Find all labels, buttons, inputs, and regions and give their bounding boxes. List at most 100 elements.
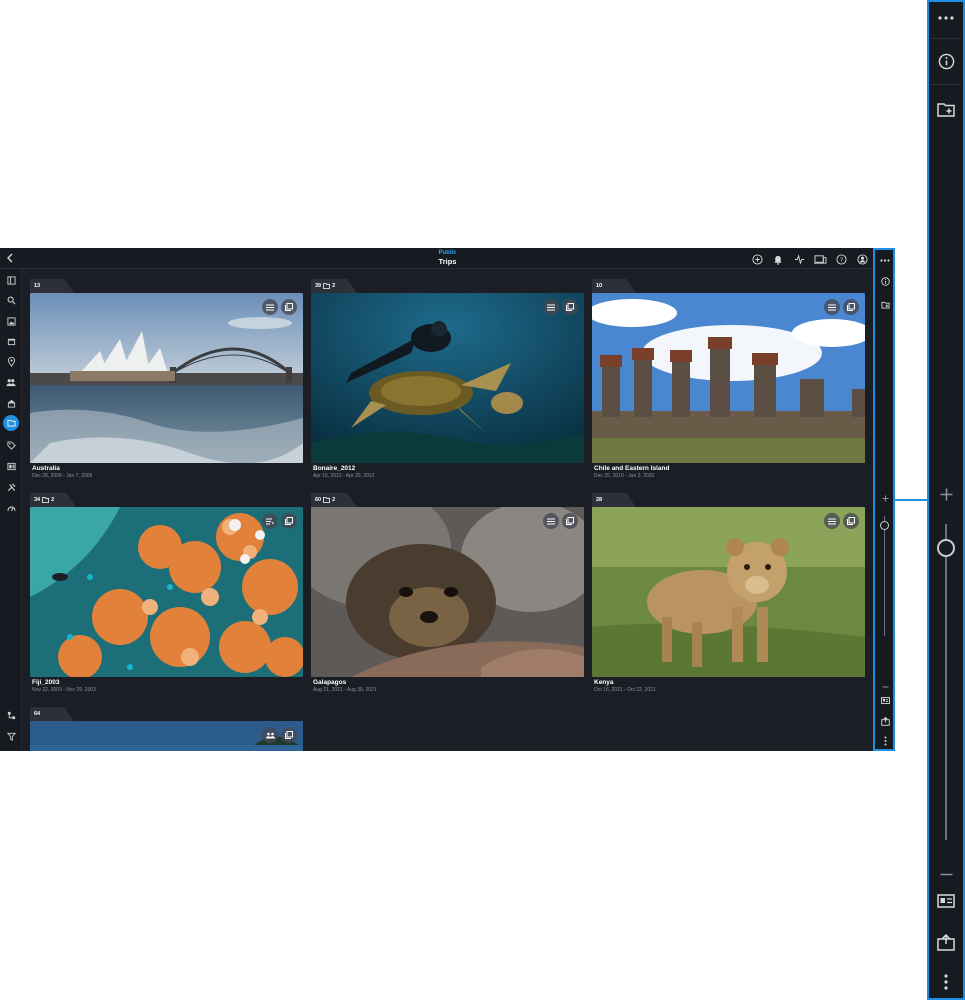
id-card-icon[interactable] [878,693,892,707]
gallery-icon[interactable] [843,299,859,315]
museum-icon[interactable] [3,395,19,411]
album-dates: Nov 22, 2003 - Nov 29, 2003 [32,687,96,693]
subfolder-icon [323,497,331,503]
info-icon[interactable] [878,274,892,288]
zoom-slider[interactable] [945,524,947,840]
photo-icon[interactable] [3,313,19,329]
list-icon[interactable] [543,513,559,529]
page-subtitle: Public [438,250,457,256]
album-card-fiji[interactable]: 34 2 Fiji_2003 Nov 22, 2003 - Nov 29, 20… [30,493,303,698]
bell-icon[interactable] [771,252,785,266]
list-icon[interactable] [824,513,840,529]
card-actions [262,513,297,529]
share-icon[interactable] [936,932,956,952]
album-grid: 13 Australia Dec 28, 2008 - Jan 7, 2009 … [22,269,873,751]
gallery-icon[interactable] [281,513,297,529]
album-dates: Aug 21, 2021 - Aug 30, 2021 [313,687,377,693]
gallery-icon[interactable] [843,513,859,529]
page-title-block: Public Trips [400,250,495,266]
album-thumbnail[interactable] [592,507,865,677]
album-count-tab: 28 [592,493,636,507]
help-icon[interactable]: ? [834,252,848,266]
zoomed-toolbar-panel [927,0,965,1000]
album-card-chile[interactable]: 10 Chile and Eastern Island Dec 25, 2019… [592,279,865,484]
tools-icon[interactable] [3,479,19,495]
zoom-slider-handle[interactable] [880,521,889,530]
zoom-out-icon[interactable] [878,680,892,694]
album-count-tab: 34 2 [30,493,77,507]
album-thumbnail[interactable] [30,293,303,463]
account-icon[interactable] [855,252,869,266]
more-vertical-icon[interactable] [936,972,956,992]
calendar-icon[interactable] [3,333,19,349]
divider [931,38,961,39]
devices-icon[interactable] [813,252,827,266]
location-icon[interactable] [3,354,19,370]
svg-text:?: ? [839,255,842,263]
album-card-australia[interactable]: 13 Australia Dec 28, 2008 - Jan 7, 2009 [30,279,303,484]
album-count-tab: 10 [592,279,636,293]
album-count-tab: 60 2 [311,493,358,507]
photo-count: 28 [596,497,603,503]
zoom-in-icon[interactable] [878,491,892,505]
subfolder-count: 2 [332,283,336,289]
gallery-icon[interactable] [281,727,297,743]
list-icon[interactable] [824,299,840,315]
album-title: Chile and Eastern Island [594,465,670,472]
slideshow-icon[interactable] [3,458,19,474]
zoom-in-icon[interactable] [936,484,956,504]
more-horizontal-icon[interactable] [936,8,956,28]
add-folder-icon[interactable] [878,298,892,312]
album-card-kenya[interactable]: 28 Kenya Oct 16, 2021 - Oct 22, 2021 [592,493,865,698]
gallery-icon[interactable] [281,299,297,315]
list-icon[interactable] [543,299,559,315]
flowchart-icon[interactable] [3,707,19,723]
album-title: Bonaire_2012 [313,465,356,472]
info-icon[interactable] [936,51,956,71]
album-count-tab: 13 [30,279,74,293]
album-dates: Oct 16, 2021 - Oct 22, 2021 [594,687,656,693]
card-actions [824,513,859,529]
layout-icon[interactable] [3,272,19,288]
album-card-galapagos[interactable]: 60 2 Galapagos Aug 21, 2021 - Aug 30, 20… [311,493,584,698]
album-thumbnail[interactable] [30,507,303,677]
callout-connector [895,499,929,501]
activity-icon[interactable] [792,252,806,266]
back-icon[interactable] [3,251,17,265]
album-card-bonaire[interactable]: 39 2 Bonaire_2012 Apr 15, 2012 - Apr 20,… [311,279,584,484]
tags-icon[interactable] [3,437,19,453]
share-icon[interactable] [878,714,892,728]
album-dates: Dec 25, 2019 - Jan 2, 2020 [594,473,655,479]
album-dates: Dec 28, 2008 - Jan 7, 2009 [32,473,93,479]
id-card-icon[interactable] [936,891,956,911]
album-thumbnail[interactable] [592,293,865,463]
photo-count: 10 [596,283,603,289]
page-title: Trips [438,257,457,266]
filter-icon[interactable] [3,728,19,744]
photo-count: 13 [34,283,41,289]
people-group-icon[interactable] [262,727,278,743]
zoom-slider[interactable] [884,516,885,636]
album-card-partial[interactable]: 64 [30,707,303,751]
zoom-slider-handle[interactable] [937,539,955,557]
more-horizontal-icon[interactable] [878,253,892,267]
zoom-out-icon[interactable] [936,864,956,884]
app-window: Public Trips ? 13 Australia Dec 28, 2008… [0,248,895,751]
add-folder-icon[interactable] [936,99,956,119]
folder-icon[interactable] [3,415,19,431]
list-icon[interactable] [262,299,278,315]
gallery-icon[interactable] [562,513,578,529]
more-vertical-icon[interactable] [878,734,892,748]
album-thumbnail[interactable] [311,507,584,677]
people-icon[interactable] [3,374,19,390]
photo-count: 64 [34,711,41,717]
dashboard-icon[interactable] [3,500,19,516]
photo-count: 34 [34,497,41,503]
filter-list-icon[interactable] [262,513,278,529]
divider [931,84,961,85]
right-toolbar [873,248,895,751]
album-thumbnail[interactable] [311,293,584,463]
search-icon[interactable] [3,292,19,308]
gallery-icon[interactable] [562,299,578,315]
add-circle-icon[interactable] [750,252,764,266]
